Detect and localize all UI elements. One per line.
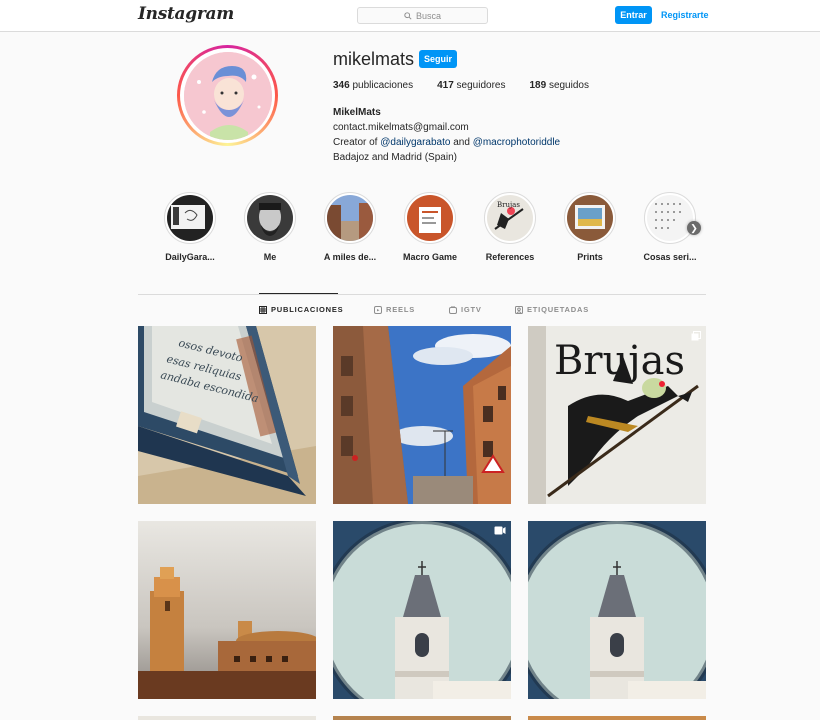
follow-button[interactable]: Seguir [419, 50, 457, 68]
profile-tabs: PUBLICACIONES REELS IGTV ETIQUETADAS [0, 305, 820, 317]
profile-username: mikelmats [333, 49, 415, 69]
highlight-prints[interactable]: Prints [560, 192, 620, 262]
post-tile[interactable] [333, 716, 511, 720]
grid-icon [259, 305, 267, 314]
post-tile[interactable] [138, 521, 316, 699]
instagram-logo[interactable]: Instagram [138, 4, 234, 24]
tab-igtv[interactable]: IGTV [449, 305, 482, 314]
search-icon [404, 11, 412, 20]
highlight-label: Me [263, 252, 277, 262]
bio-creator-line: Creator of @dailygarabato and @macrophot… [333, 137, 561, 148]
highlight-label: DailyGara... [165, 252, 215, 262]
post-tile[interactable] [138, 716, 316, 720]
post-tile[interactable]: Brujas [528, 326, 706, 504]
post-tile[interactable]: osos devoto esas reliquias andaba escond… [138, 326, 316, 504]
stat-following[interactable]: 189 seguidos [529, 80, 589, 91]
mention-macrophotoriddle[interactable]: @macrophotoriddle [473, 137, 560, 148]
chevron-right-icon[interactable]: ❯ [687, 221, 701, 235]
tab-publicaciones[interactable]: PUBLICACIONES [259, 305, 344, 314]
login-button[interactable]: Entrar [615, 6, 652, 24]
highlight-me[interactable]: Me [240, 192, 300, 262]
highlight-label: A miles de... [323, 252, 377, 262]
highlight-label: References [485, 252, 535, 262]
tab-etiquetadas[interactable]: ETIQUETADAS [515, 305, 589, 314]
tab-reels[interactable]: REELS [374, 305, 415, 314]
highlight-dailygarabato[interactable]: DailyGara... [160, 192, 220, 262]
search-placeholder: Busca [415, 10, 441, 21]
highlight-a-miles[interactable]: A miles de... [320, 192, 380, 262]
reels-icon [374, 305, 382, 314]
avatar [183, 51, 272, 140]
highlight-label: Macro Game [402, 252, 458, 262]
post-tile[interactable] [333, 521, 511, 699]
highlight-macro-game[interactable]: Macro Game [400, 192, 460, 262]
highlight-references[interactable]: Brujas References [480, 192, 540, 262]
tabs-divider [138, 294, 706, 295]
top-navbar: Instagram Busca Entrar Registrarte [0, 0, 820, 32]
profile-bio: MikelMats contact.mikelmats@gmail.com Cr… [333, 105, 560, 165]
stat-followers[interactable]: 417 seguidores [437, 80, 505, 91]
highlight-label: Cosas seri... [643, 252, 697, 262]
carousel-icon [691, 331, 701, 341]
mention-dailygarabato[interactable]: @dailygarabato [380, 137, 450, 148]
active-tab-indicator [259, 293, 338, 294]
svg-text:Brujas: Brujas [497, 201, 520, 209]
video-icon [494, 526, 506, 535]
post-tile[interactable] [528, 716, 706, 720]
stat-posts: 346 publicaciones [333, 80, 414, 91]
profile-avatar-ring[interactable] [177, 45, 278, 146]
search-input[interactable]: Busca [357, 7, 488, 24]
bio-email: contact.mikelmats@gmail.com [333, 122, 469, 133]
profile-stats: 346 publicaciones 417 seguidores 189 seg… [333, 80, 613, 91]
bio-name: MikelMats [333, 107, 381, 118]
igtv-icon [449, 305, 457, 314]
post-tile[interactable] [528, 521, 706, 699]
bio-location: Badajoz and Madrid (Spain) [333, 152, 457, 163]
tagged-icon [515, 305, 523, 314]
post-tile[interactable] [333, 326, 511, 504]
highlight-label: Prints [577, 252, 603, 262]
register-link[interactable]: Registrarte [661, 10, 709, 20]
